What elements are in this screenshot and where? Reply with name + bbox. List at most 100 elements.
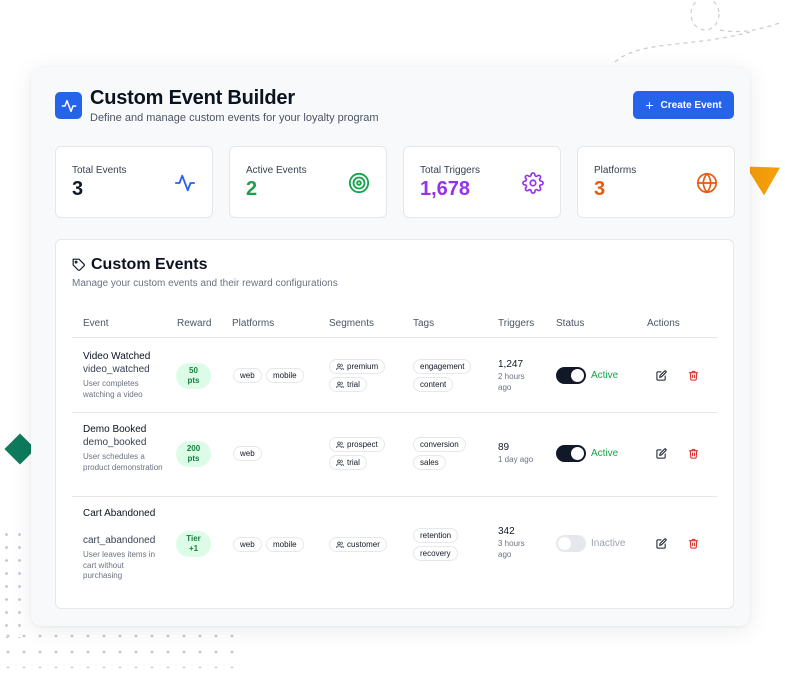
- tag-chip: sales: [413, 455, 446, 470]
- segment-chip: prospect: [329, 437, 385, 452]
- tag-chip: engagement: [413, 359, 472, 374]
- delete-button[interactable]: [686, 368, 700, 382]
- status-toggle[interactable]: [556, 367, 586, 384]
- segment-label: prospect: [347, 440, 378, 449]
- event-id: demo_booked: [83, 437, 147, 448]
- edit-icon: [655, 447, 667, 459]
- page-subtitle: Define and manage custom events for your…: [90, 112, 379, 124]
- reward-badge: 50 pts: [176, 363, 211, 389]
- last-triggered: 3 hours ago: [498, 539, 525, 559]
- activity-icon: [174, 174, 196, 192]
- reward-amount: Tier: [186, 534, 201, 543]
- platform-chip: web: [233, 446, 262, 461]
- edit-icon: [655, 537, 667, 549]
- tag-icon: [72, 258, 85, 271]
- trigger-count: 342: [498, 526, 515, 537]
- column-header-triggers: Triggers: [498, 318, 535, 329]
- stat-label: Total Triggers: [420, 165, 481, 176]
- decorative-dots: [0, 528, 22, 638]
- create-event-label: Create Event: [660, 99, 722, 111]
- delete-button[interactable]: [686, 536, 700, 550]
- users-icon: [336, 541, 344, 548]
- activity-logo-icon: [55, 92, 82, 119]
- status-toggle[interactable]: [556, 445, 586, 462]
- stat-card-total-events: Total Events 3: [55, 146, 213, 218]
- segment-chip: premium: [329, 359, 386, 374]
- tag-chip: recovery: [413, 546, 458, 561]
- edit-button[interactable]: [654, 536, 668, 550]
- trigger-count: 89: [498, 442, 510, 453]
- decorative-dots: [0, 628, 240, 668]
- stat-label: Total Events: [72, 165, 127, 176]
- event-name: Cart Abandoned: [83, 508, 156, 519]
- event-description: User schedules a product demonstration: [83, 452, 163, 472]
- status-label: Active: [591, 448, 619, 459]
- edit-button[interactable]: [654, 446, 668, 460]
- stat-card-platforms: Platforms 3: [577, 146, 735, 218]
- status-toggle[interactable]: [556, 535, 586, 552]
- page-title: Custom Event Builder: [90, 87, 295, 109]
- event-name: Video Watched: [83, 351, 151, 362]
- segment-label: customer: [347, 540, 380, 549]
- column-header-segments: Segments: [329, 318, 375, 329]
- reward-unit: pts: [187, 376, 200, 385]
- segment-label: trial: [347, 458, 360, 467]
- event-id: cart_abandoned: [83, 535, 156, 546]
- stat-value: 1,678: [420, 178, 471, 200]
- platform-chip: web: [233, 537, 262, 552]
- stat-label: Platforms: [594, 165, 637, 176]
- stat-value: 3: [594, 178, 606, 200]
- delete-button[interactable]: [686, 446, 700, 460]
- section-title: Custom Events: [72, 256, 207, 274]
- table-row: Demo Booked demo_booked User schedules a…: [56, 413, 733, 497]
- event-name: Demo Booked: [83, 424, 147, 435]
- segment-label: premium: [347, 362, 379, 371]
- trash-icon: [688, 370, 698, 381]
- reward-badge: Tier +1: [176, 531, 211, 557]
- stat-card-total-triggers: Total Triggers 1,678: [403, 146, 561, 218]
- edit-icon: [655, 369, 667, 381]
- tag-chip: conversion: [413, 437, 466, 452]
- last-triggered: 2 hours ago: [498, 372, 525, 392]
- reward-unit: +1: [188, 544, 199, 553]
- column-header-reward: Reward: [177, 318, 212, 329]
- column-header-event: Event: [83, 318, 109, 329]
- column-header-tags: Tags: [413, 318, 435, 329]
- section-title-label: Custom Events: [91, 256, 208, 273]
- plus-icon: +: [645, 97, 654, 113]
- reward-unit: pts: [187, 454, 200, 463]
- tag-chip: retention: [413, 528, 459, 543]
- users-icon: [336, 381, 344, 388]
- section-description: Manage your custom events and their rewa…: [72, 278, 338, 289]
- users-icon: [336, 363, 344, 370]
- event-description: User completes watching a video: [83, 379, 143, 399]
- event-builder-panel: Custom Event Builder Define and manage c…: [31, 67, 750, 626]
- stat-label: Active Events: [246, 165, 307, 176]
- event-id: video_watched: [83, 364, 150, 375]
- stat-value: 3: [72, 178, 84, 200]
- page-header: Custom Event Builder Define and manage c…: [55, 87, 734, 129]
- column-header-actions: Actions: [647, 318, 680, 329]
- users-icon: [336, 441, 344, 448]
- table-row: Cart Abandoned cart_abandoned User leave…: [56, 497, 733, 593]
- status-label: Active: [591, 370, 619, 381]
- target-icon: [348, 172, 370, 194]
- table-row: Video Watched video_watched User complet…: [56, 338, 733, 412]
- custom-events-section: Custom Events Manage your custom events …: [55, 239, 734, 609]
- reward-amount: 50: [189, 366, 198, 375]
- create-event-button[interactable]: + Create Event: [633, 91, 734, 119]
- trash-icon: [688, 538, 698, 549]
- segment-chip: trial: [329, 377, 367, 392]
- reward-badge: 200 pts: [176, 441, 211, 467]
- segment-label: trial: [347, 380, 360, 389]
- segment-chip: customer: [329, 537, 387, 552]
- platform-chip: mobile: [266, 368, 304, 383]
- edit-button[interactable]: [654, 368, 668, 382]
- event-description: User leaves items in cart without purcha…: [83, 550, 156, 580]
- last-triggered: 1 day ago: [498, 455, 534, 464]
- column-header-status: Status: [556, 318, 585, 329]
- globe-icon: [697, 172, 717, 194]
- trash-icon: [688, 448, 698, 459]
- stat-value: 2: [246, 178, 258, 200]
- platform-chip: mobile: [266, 537, 304, 552]
